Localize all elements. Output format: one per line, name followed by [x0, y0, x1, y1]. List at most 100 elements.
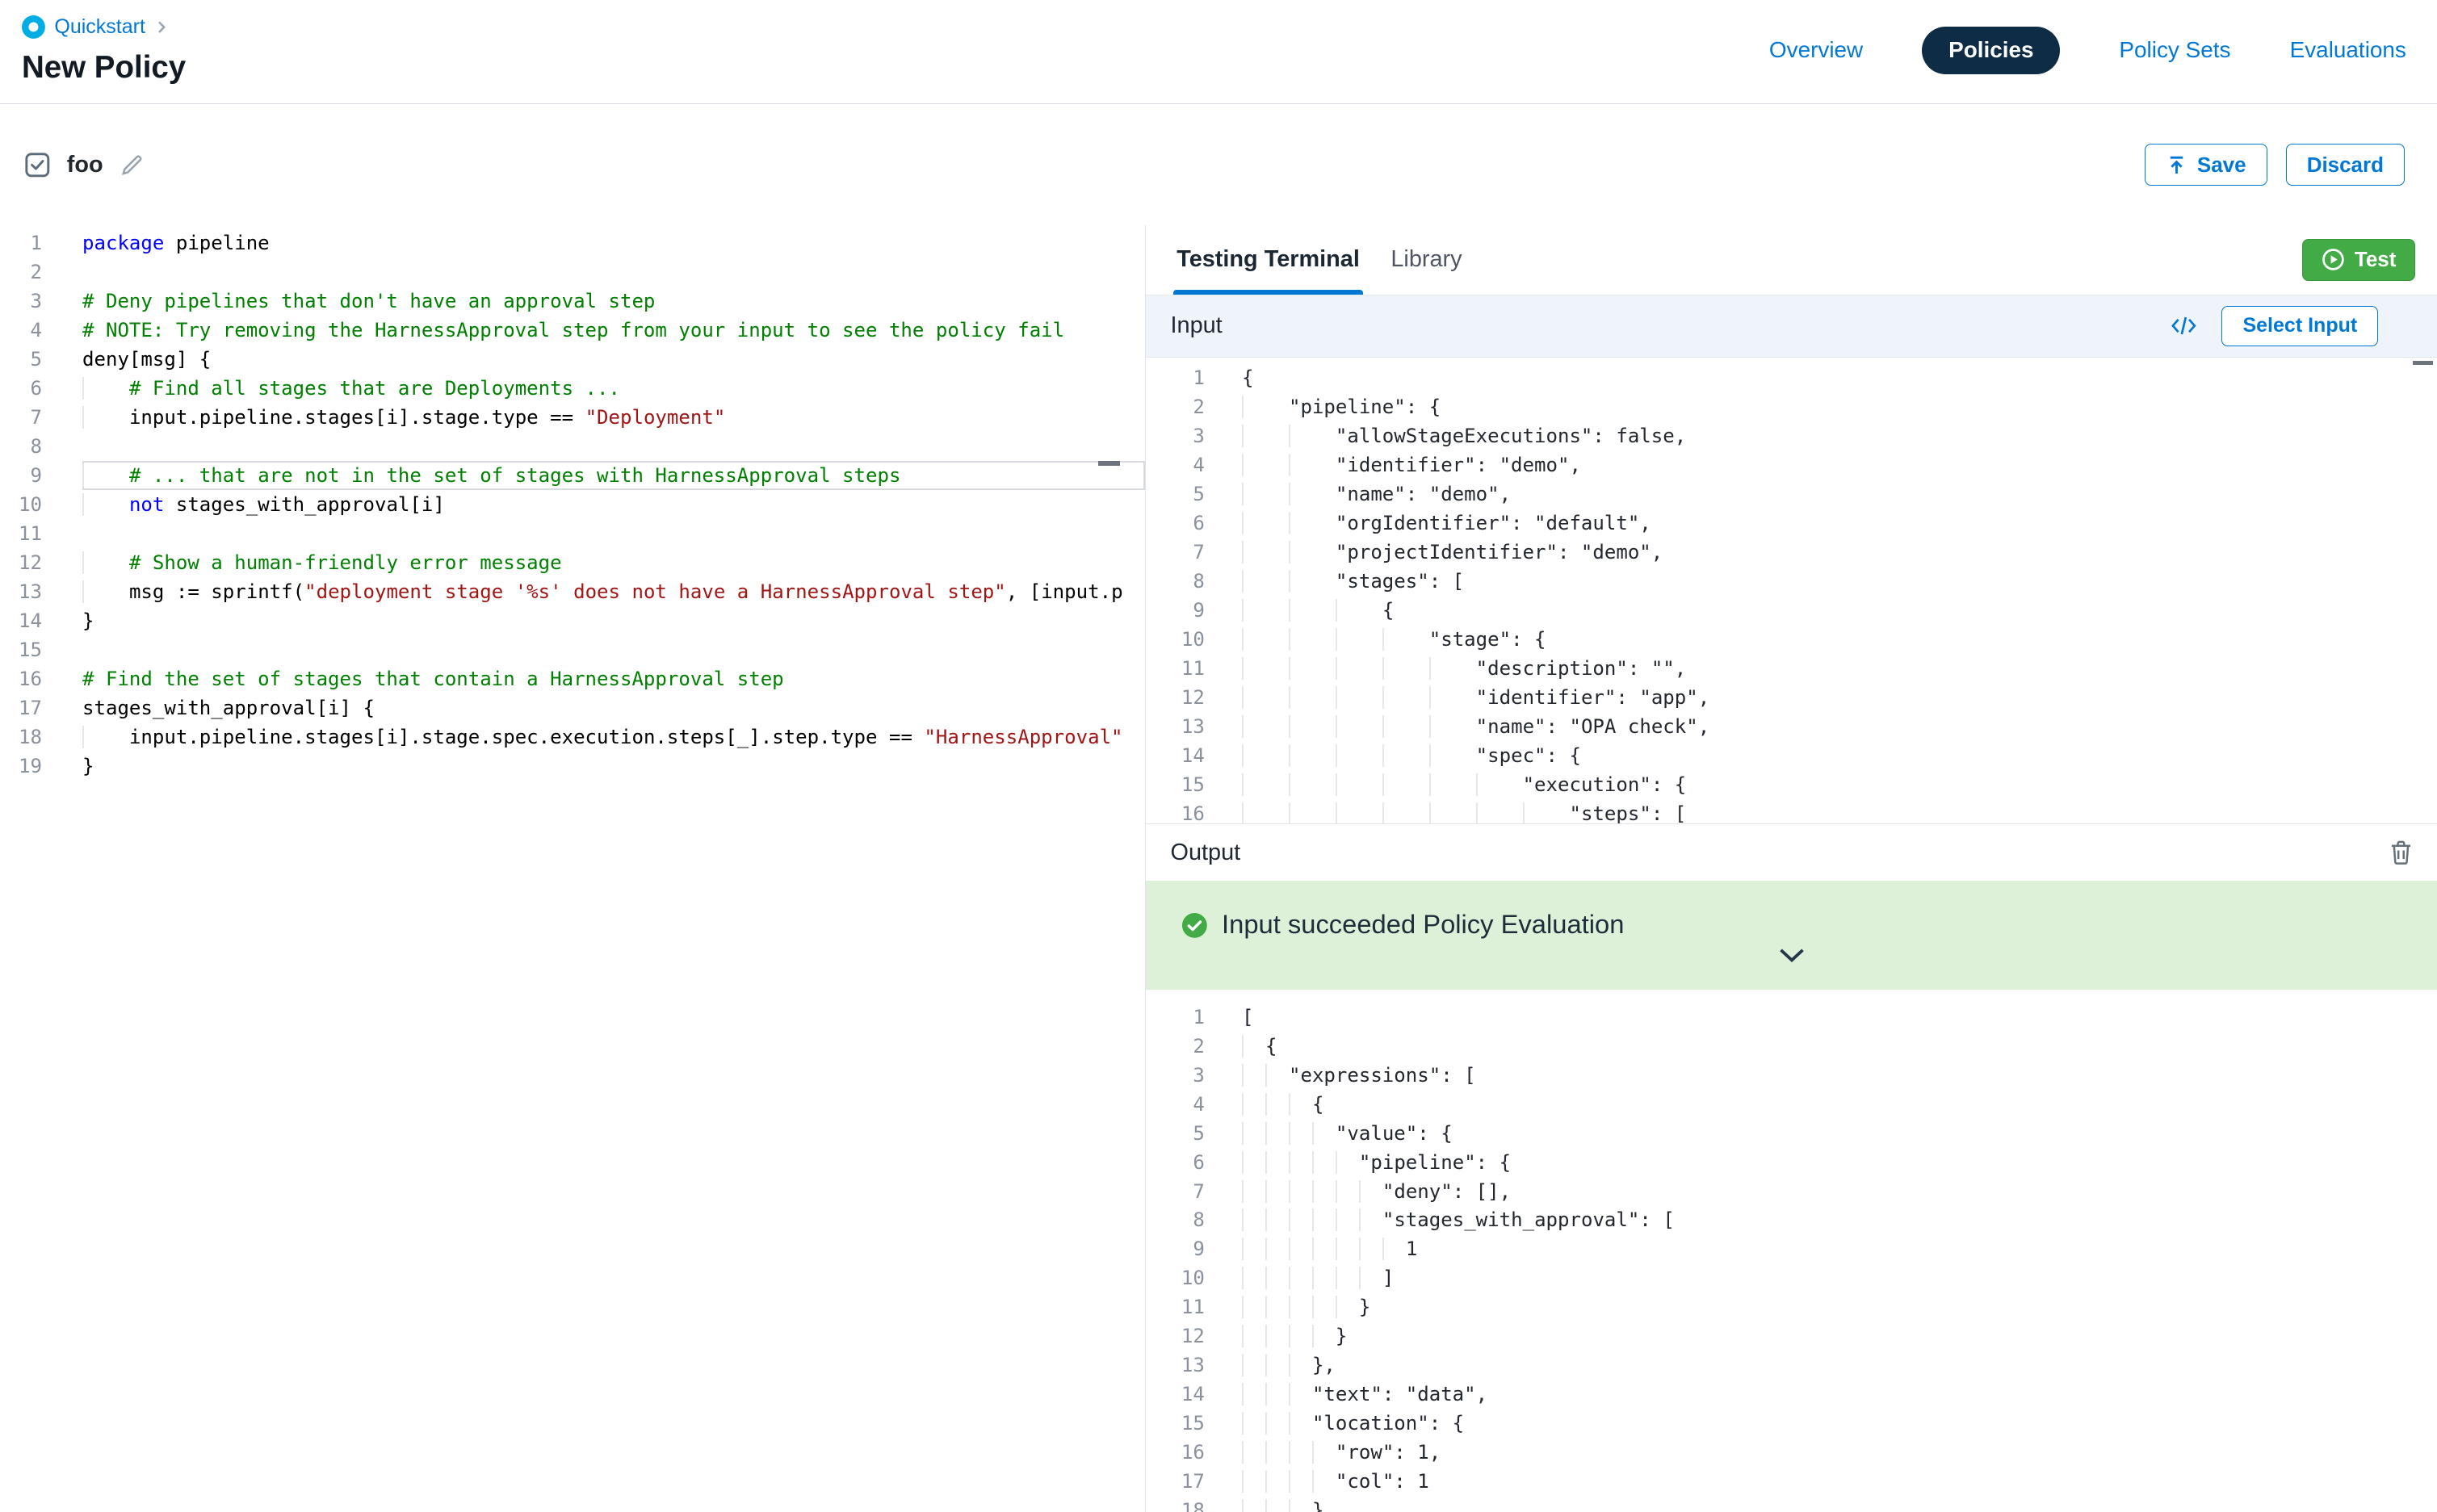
code-line[interactable]: 11 [0, 519, 1145, 548]
code-line[interactable]: 15 [0, 635, 1145, 664]
play-icon [2322, 248, 2345, 271]
code-line[interactable]: 12 } [1146, 1321, 2437, 1351]
code-line[interactable]: 2 "pipeline": { [1146, 392, 2437, 421]
code-line[interactable]: 9 { [1146, 596, 2437, 625]
code-line[interactable]: 7 input.pipeline.stages[i].stage.type ==… [0, 403, 1145, 432]
code-text: "deny": [], [1242, 1177, 2437, 1206]
code-line[interactable]: 5 "value": { [1146, 1119, 2437, 1148]
code-line[interactable]: 4 { [1146, 1090, 2437, 1119]
code-line[interactable]: 16# Find the set of stages that contain … [0, 664, 1145, 693]
line-number: 14 [1146, 741, 1205, 770]
code-line[interactable]: 16 "row": 1, [1146, 1438, 2437, 1467]
edit-name-button[interactable] [120, 153, 144, 177]
code-line[interactable]: 8 [0, 432, 1145, 461]
line-number: 10 [0, 490, 42, 519]
tab-library[interactable]: Library [1375, 225, 1478, 295]
tab-overview[interactable]: Overview [1769, 37, 1863, 63]
code-text: } [1242, 1321, 2437, 1351]
code-line[interactable]: 7 "projectIdentifier": "demo", [1146, 538, 2437, 567]
code-line[interactable]: 4# NOTE: Try removing the HarnessApprova… [0, 316, 1145, 345]
code-text: # Show a human-friendly error message [82, 548, 1145, 577]
code-line[interactable]: 3# Deny pipelines that don't have an app… [0, 287, 1145, 316]
code-line[interactable]: 1{ [1146, 363, 2437, 392]
code-text: input.pipeline.stages[i].stage.type == "… [82, 403, 1145, 432]
code-line[interactable]: 17stages_with_approval[i] { [0, 693, 1145, 722]
code-line[interactable]: 8 "stages_with_approval": [ [1146, 1205, 2437, 1234]
save-button[interactable]: Save [2145, 144, 2267, 186]
code-line[interactable]: 2 { [1146, 1032, 2437, 1061]
code-line[interactable]: 15 "location": { [1146, 1409, 2437, 1438]
select-input-button[interactable]: Select Input [2221, 306, 2378, 346]
code-text: { [1242, 363, 2437, 392]
code-line[interactable]: 13 msg := sprintf("deployment stage '%s'… [0, 577, 1145, 606]
code-line[interactable]: 1[ [1146, 1003, 2437, 1032]
line-number: 15 [1146, 770, 1205, 799]
code-line[interactable]: 6 "orgIdentifier": "default", [1146, 509, 2437, 538]
expand-details-button[interactable] [1777, 948, 1806, 963]
save-button-label: Save [2197, 153, 2246, 178]
code-line[interactable]: 14 "text": "data", [1146, 1380, 2437, 1409]
page-title: New Policy [22, 50, 186, 86]
code-line[interactable]: 12 # Show a human-friendly error message [0, 548, 1145, 577]
code-text: "execution": { [1242, 770, 2437, 799]
input-json-editor[interactable]: 1{2 "pipeline": {3 "allowStageExecutions… [1146, 358, 2437, 824]
edit-input-as-code-button[interactable] [2171, 316, 2197, 336]
line-number: 4 [1146, 1090, 1205, 1119]
line-number: 1 [1146, 1003, 1205, 1032]
code-text: "projectIdentifier": "demo", [1242, 538, 2437, 567]
breadcrumb-link-quickstart[interactable]: Quickstart [54, 15, 145, 39]
code-line[interactable]: 12 "identifier": "app", [1146, 683, 2437, 712]
output-json-editor[interactable]: 1[2 {3 "expressions": [4 {5 "value": {6 … [1146, 990, 2437, 1512]
code-line[interactable]: 13 }, [1146, 1351, 2437, 1380]
code-line[interactable]: 6 # Find all stages that are Deployments… [0, 374, 1145, 403]
code-line[interactable]: 1package pipeline [0, 228, 1145, 258]
code-line[interactable]: 11 "description": "", [1146, 654, 2437, 683]
code-line[interactable]: 8 "stages": [ [1146, 567, 2437, 596]
code-line[interactable]: 11 } [1146, 1292, 2437, 1321]
code-line[interactable]: 2 [0, 258, 1145, 287]
code-text: "stages_with_approval": [ [1242, 1205, 2437, 1234]
line-number: 16 [0, 664, 42, 693]
code-line[interactable]: 18 input.pipeline.stages[i].stage.spec.e… [0, 722, 1145, 752]
code-text: "description": "", [1242, 654, 2437, 683]
code-line[interactable]: 5 "name": "demo", [1146, 480, 2437, 509]
line-number: 13 [0, 577, 42, 606]
code-line[interactable]: 17 "col": 1 [1146, 1467, 2437, 1496]
code-text: ] [1242, 1263, 2437, 1292]
line-number: 18 [1146, 1496, 1205, 1512]
code-line[interactable]: 4 "identifier": "demo", [1146, 450, 2437, 480]
tab-evaluations[interactable]: Evaluations [2290, 37, 2406, 63]
code-line[interactable]: 18 } [1146, 1496, 2437, 1512]
code-text: } [1242, 1292, 2437, 1321]
code-line[interactable]: 10 not stages_with_approval[i] [0, 490, 1145, 519]
code-line[interactable]: 9 # ... that are not in the set of stage… [0, 461, 1145, 490]
code-text: { [1242, 596, 2437, 625]
code-text: "identifier": "app", [1242, 683, 2437, 712]
rego-policy-editor[interactable]: 1package pipeline2 3# Deny pipelines tha… [0, 225, 1146, 1512]
tab-policies[interactable]: Policies [1922, 27, 2060, 74]
tab-policy-sets[interactable]: Policy Sets [2119, 37, 2230, 63]
code-line[interactable]: 10 ] [1146, 1263, 2437, 1292]
line-number: 13 [1146, 712, 1205, 741]
breadcrumb: Quickstart [22, 14, 186, 40]
code-line[interactable]: 5deny[msg] { [0, 345, 1145, 374]
code-line[interactable]: 14} [0, 606, 1145, 635]
line-number: 3 [1146, 1061, 1205, 1090]
code-line[interactable]: 7 "deny": [], [1146, 1177, 2437, 1206]
tab-testing-terminal[interactable]: Testing Terminal [1161, 225, 1375, 295]
code-text: "name": "OPA check", [1242, 712, 2437, 741]
code-line[interactable]: 3 "expressions": [ [1146, 1061, 2437, 1090]
code-line[interactable]: 14 "spec": { [1146, 741, 2437, 770]
clear-output-button[interactable] [2389, 840, 2413, 865]
code-line[interactable]: 6 "pipeline": { [1146, 1148, 2437, 1177]
code-line[interactable]: 9 1 [1146, 1234, 2437, 1263]
code-line[interactable]: 15 "execution": { [1146, 770, 2437, 799]
code-line[interactable]: 16 "steps": [ [1146, 799, 2437, 823]
code-line[interactable]: 19} [0, 752, 1145, 781]
discard-button[interactable]: Discard [2286, 144, 2405, 186]
harness-logo-icon [22, 15, 45, 39]
code-line[interactable]: 10 "stage": { [1146, 625, 2437, 654]
code-line[interactable]: 13 "name": "OPA check", [1146, 712, 2437, 741]
test-button[interactable]: Test [2302, 239, 2415, 281]
code-line[interactable]: 3 "allowStageExecutions": false, [1146, 421, 2437, 450]
